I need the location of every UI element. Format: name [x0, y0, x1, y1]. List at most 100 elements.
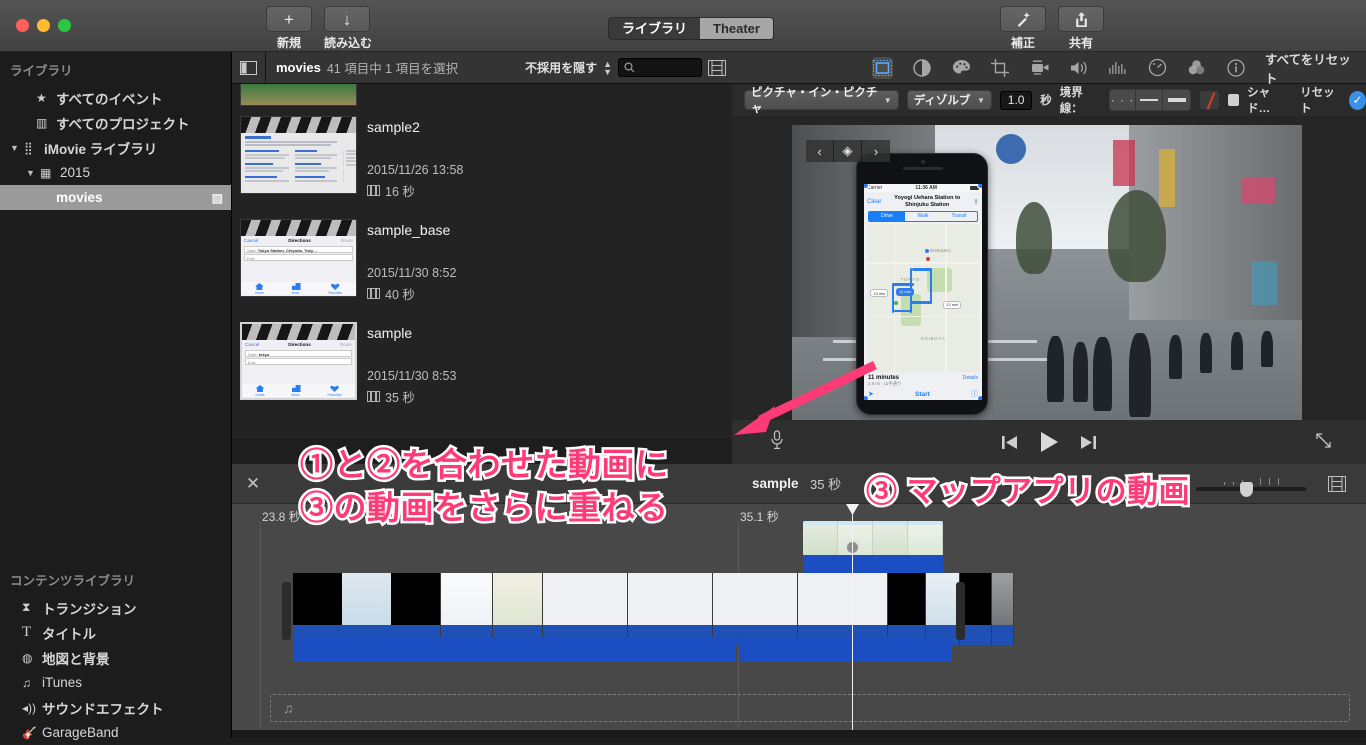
window-controls[interactable]: [16, 19, 71, 32]
list-item[interactable]: 4 秒: [240, 84, 408, 106]
overlay-mode-dropdown[interactable]: ピクチャ・イン・ピクチャ ▼: [744, 87, 899, 115]
skip-forward-icon[interactable]: [1080, 435, 1096, 450]
volume-icon[interactable]: [1068, 57, 1089, 79]
table-row[interactable]: [628, 573, 713, 645]
zoom-slider[interactable]: [1196, 477, 1306, 497]
new-button[interactable]: + 新規: [266, 6, 312, 51]
info-icon[interactable]: [1226, 57, 1247, 79]
sidebar-toggle-icon[interactable]: [232, 51, 266, 84]
clear-button[interactable]: Clear: [867, 199, 881, 205]
media-thumbnail[interactable]: [240, 116, 357, 194]
sidebar-item-sound-effects[interactable]: ◂)) サウンドエフェクト: [0, 695, 232, 720]
zoom-slider-knob[interactable]: [1240, 481, 1253, 497]
clip-filter-icon[interactable]: [1186, 57, 1207, 79]
crop-icon[interactable]: [990, 57, 1011, 79]
microphone-icon[interactable]: [770, 429, 784, 455]
playback-controls[interactable]: [1002, 431, 1096, 453]
table-row[interactable]: [992, 573, 1014, 645]
media-thumbnail[interactable]: [240, 84, 357, 106]
sidebar-item-titles[interactable]: T タイトル: [0, 620, 232, 645]
media-thumbnail[interactable]: Cancel Directions Route Start: Tokyo Sta…: [240, 219, 357, 297]
hide-rejected-label[interactable]: 不採用を隠す: [525, 59, 597, 76]
color-balance-icon[interactable]: [911, 57, 932, 79]
video-overlay-icon[interactable]: [872, 56, 894, 79]
sidebar-item-all-projects[interactable]: ▥ すべてのプロジェクト: [0, 110, 231, 135]
video-preview[interactable]: Carrier 11:36 AM Clear Yoyogi Uehara Sta…: [792, 125, 1302, 420]
filmstrip-icon[interactable]: [708, 59, 726, 76]
sidebar-item-2015[interactable]: ▼ ▦ 2015: [0, 160, 231, 185]
tab-theater[interactable]: Theater: [700, 18, 773, 39]
reset-all-button[interactable]: すべてをリセット: [1265, 49, 1366, 87]
sidebar-item-garageband[interactable]: 🎸 GarageBand: [0, 720, 232, 745]
fullscreen-icon[interactable]: [1315, 432, 1332, 453]
library-theater-segmented-control[interactable]: ライブラリ Theater: [608, 17, 774, 40]
filmstrip-icon[interactable]: [1328, 475, 1346, 492]
clip-trim-handle-left[interactable]: [282, 582, 291, 640]
sidebar-item-movies[interactable]: movies ▨: [0, 185, 231, 210]
audio-waveform-segment-a[interactable]: [293, 637, 736, 661]
next-clip-button[interactable]: ›: [862, 140, 890, 162]
disclosure-triangle-icon[interactable]: ▼: [10, 143, 24, 153]
duration-input[interactable]: 1.0: [999, 90, 1033, 110]
table-row[interactable]: [441, 573, 493, 645]
close-window-button[interactable]: [16, 19, 29, 32]
list-item[interactable]: Cancel Directions Route Start: Tokyo Sta…: [240, 219, 456, 303]
pip-overlay-clip[interactable]: [803, 521, 943, 574]
table-row[interactable]: [543, 573, 628, 645]
color-correction-icon[interactable]: [951, 57, 972, 79]
checkmark-circle-icon[interactable]: ✓: [1349, 90, 1366, 110]
hide-rejected-stepper[interactable]: ▲ ▼: [603, 59, 612, 76]
travel-mode-tabs[interactable]: Drive Walk Transit: [868, 210, 978, 222]
table-row[interactable]: [713, 573, 798, 645]
pip-nav-controls[interactable]: ‹ ◈ ›: [806, 140, 890, 162]
sidebar-item-transitions[interactable]: ⧗ トランジション: [0, 595, 232, 620]
sidebar-item-imovie-library[interactable]: ▼ ⣿ iMovie ライブラリ: [0, 135, 231, 160]
stabilization-icon[interactable]: [1029, 57, 1050, 79]
share-button[interactable]: 共有: [1058, 6, 1104, 51]
clip-trim-handle-right[interactable]: [956, 582, 965, 640]
import-button[interactable]: ↓ 読み込む: [324, 6, 372, 51]
transition-dropdown[interactable]: ディゾルブ ▼: [906, 90, 992, 110]
table-row[interactable]: [888, 573, 926, 645]
border-none-option[interactable]: · · ·: [1109, 90, 1137, 110]
start-button[interactable]: Start: [874, 391, 971, 398]
speed-icon[interactable]: [1147, 57, 1168, 79]
zoom-slider-track[interactable]: [1196, 481, 1306, 497]
prev-clip-button[interactable]: ‹: [806, 140, 834, 162]
skip-back-icon[interactable]: [1002, 435, 1018, 450]
zoom-window-button[interactable]: [58, 19, 71, 32]
share-icon[interactable]: ⇪: [973, 198, 979, 206]
sidebar-item-all-events[interactable]: ★ すべてのイベント: [0, 85, 231, 110]
play-icon[interactable]: [1038, 431, 1060, 453]
audio-drop-zone[interactable]: ♫: [270, 694, 1350, 722]
tab-library[interactable]: ライブラリ: [609, 18, 701, 39]
media-browser[interactable]: 4 秒: [232, 84, 732, 438]
border-thin-option[interactable]: [1136, 90, 1164, 110]
border-thick-option[interactable]: [1163, 90, 1190, 110]
add-keyframe-button[interactable]: ◈: [834, 140, 862, 162]
pip-resize-handle-tr[interactable]: [977, 184, 982, 189]
pip-resize-handle-br[interactable]: [977, 395, 982, 400]
map-canvas[interactable]: SHINJUKU TOKYO SHIBUYA 13 min 11 min 13 …: [867, 223, 979, 372]
mode-walk[interactable]: Walk: [905, 212, 941, 221]
minimize-window-button[interactable]: [37, 19, 50, 32]
list-item[interactable]: sample2 2015/11/26 13:58 16 秒: [240, 116, 463, 200]
close-icon[interactable]: ✕: [232, 474, 274, 494]
shadow-checkbox[interactable]: [1228, 94, 1240, 106]
table-row[interactable]: [493, 573, 543, 645]
enhance-button[interactable]: 補正: [1000, 6, 1046, 51]
details-button[interactable]: Details: [963, 375, 978, 387]
main-video-track[interactable]: [293, 573, 1014, 645]
disclosure-triangle-icon[interactable]: ▼: [26, 168, 40, 178]
border-color-swatch[interactable]: [1198, 90, 1221, 110]
pip-reset-button[interactable]: リセット: [1300, 84, 1341, 116]
timeline[interactable]: 23.8 秒 35.1 秒 ♫: [232, 504, 1366, 730]
search-input[interactable]: [618, 58, 702, 77]
sidebar-item-itunes[interactable]: ♫ iTunes: [0, 670, 232, 695]
noise-reduction-icon[interactable]: [1108, 57, 1129, 79]
media-thumbnail-selected[interactable]: Cancel Directions Route Start: tokyo End…: [240, 322, 357, 400]
table-row[interactable]: [926, 573, 960, 645]
pip-overlay-phone[interactable]: Carrier 11:36 AM Clear Yoyogi Uehara Sta…: [856, 153, 988, 415]
table-row[interactable]: [293, 573, 441, 645]
list-item[interactable]: Cancel Directions Route Start: tokyo End…: [240, 322, 456, 406]
